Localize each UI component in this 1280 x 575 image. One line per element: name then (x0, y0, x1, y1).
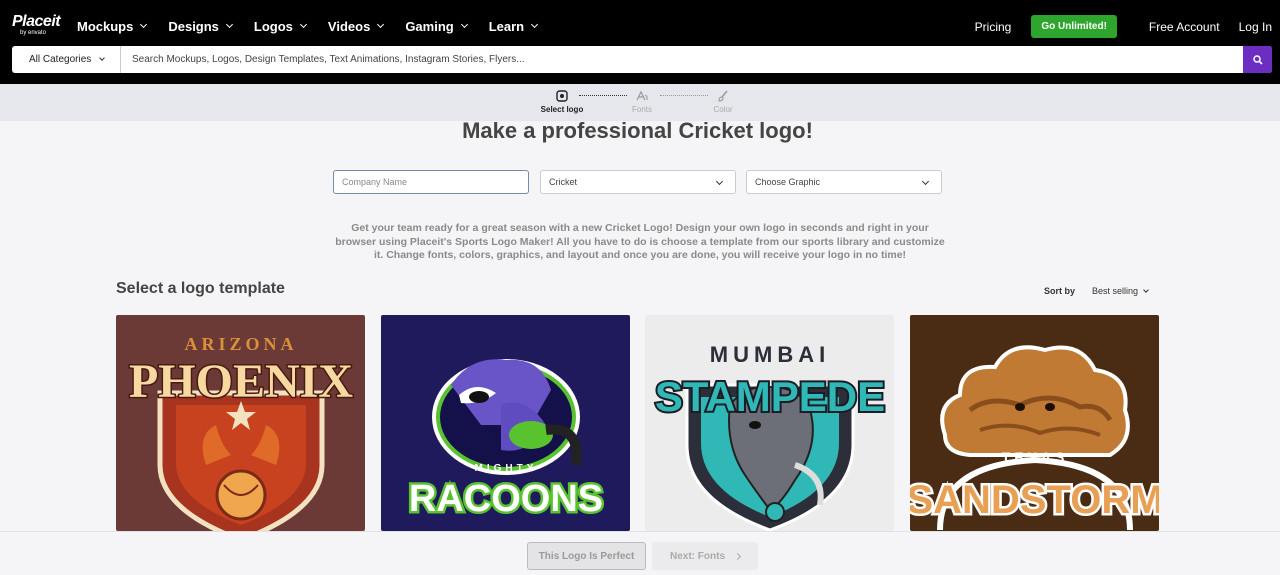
page-description: Get your team ready for a great season w… (335, 222, 945, 261)
brand-sub: by envato (20, 30, 47, 36)
chevron-down-icon (99, 55, 106, 61)
search-button[interactable] (1243, 46, 1272, 73)
logo-select-icon (556, 90, 568, 102)
free-account-link[interactable]: Free Account (1149, 20, 1220, 34)
logo-template-card[interactable]: MUMBAI STAMPEDE (645, 315, 894, 531)
nav-learn[interactable]: Learn (488, 18, 539, 34)
step-label: Color (713, 105, 733, 114)
graphic-select[interactable]: Choose Graphic (746, 170, 942, 194)
template-top-text: MIGHTY (475, 463, 538, 474)
step-color[interactable]: Color (710, 89, 736, 114)
template-name-text: RACOONS (409, 478, 603, 520)
chevron-down-icon (460, 20, 468, 29)
step-label: Fonts (631, 105, 652, 114)
category-select[interactable]: All Categories (12, 46, 121, 73)
nav-label: Gaming (405, 18, 454, 34)
chevron-down-icon (299, 20, 307, 29)
sport-select-value: Cricket (549, 177, 578, 187)
login-link[interactable]: Log In (1239, 20, 1272, 34)
sandstorm-logo-image: TEXAS SANDSTORM (910, 315, 1159, 531)
search-bar: All Categories (12, 46, 1272, 73)
chevron-down-icon (377, 20, 385, 29)
template-top-text: MUMBAI (710, 342, 830, 367)
template-name-text: PHOENIX (129, 355, 353, 408)
brush-icon (718, 90, 728, 102)
go-unlimited-button[interactable]: Go Unlimited! (1031, 15, 1117, 38)
nav-label: Learn (488, 18, 525, 34)
sort-value: Best selling (1092, 286, 1139, 296)
nav-label: Videos (327, 18, 371, 34)
editor-steps: Select logo Fonts Color (0, 84, 1280, 121)
step-select-logo[interactable]: Select logo (538, 89, 586, 114)
nav-label: Logos (253, 18, 293, 34)
main-menu: Mockups Designs Logos Videos Gaming Lear… (77, 18, 559, 34)
chevron-down-icon (1143, 286, 1149, 293)
category-label: All Categories (29, 54, 92, 65)
nav-designs[interactable]: Designs (168, 18, 233, 34)
brand-name: Placeit (12, 13, 61, 30)
top-navigation: Placeit by envato Mockups Designs Logos … (0, 0, 1280, 84)
nav-label: Designs (168, 18, 219, 34)
chevron-down-icon (140, 20, 148, 29)
step-label: Select logo (540, 105, 584, 114)
template-name-text: SANDSTORM (910, 478, 1159, 522)
step-fonts[interactable]: Fonts (626, 89, 658, 114)
logo-is-perfect-button[interactable]: This Logo Is Perfect (527, 542, 646, 570)
template-top-text: ARIZONA (184, 334, 297, 354)
template-top-text: TEXAS (1002, 449, 1069, 465)
logo-template-card[interactable]: MIGHTY RACOONS (381, 315, 630, 531)
font-icon (636, 90, 648, 101)
search-input[interactable] (121, 46, 1243, 73)
page-title: Make a professional Cricket logo! (462, 118, 813, 143)
chevron-down-icon (921, 177, 930, 186)
chevron-down-icon (225, 20, 233, 29)
chevron-down-icon (715, 177, 724, 186)
stampede-logo-image: MUMBAI STAMPEDE (645, 315, 894, 531)
step-connector (660, 95, 708, 96)
template-name-text: STAMPEDE (655, 373, 885, 420)
nav-label: Mockups (77, 18, 134, 34)
nav-videos[interactable]: Videos (327, 18, 385, 34)
bottom-action-bar: This Logo Is Perfect Next: Fonts (0, 531, 1280, 575)
section-title: Select a logo template (116, 280, 285, 297)
account-links: Pricing Go Unlimited! Free Account Log I… (975, 15, 1272, 38)
sort-control[interactable]: Sort by Best selling (1044, 286, 1149, 296)
logo-template-card[interactable]: ARIZONA PHOENIX (116, 315, 365, 531)
nav-logos[interactable]: Logos (253, 18, 307, 34)
nav-gaming[interactable]: Gaming (405, 18, 468, 34)
next-fonts-button[interactable]: Next: Fonts (652, 542, 758, 570)
pricing-link[interactable]: Pricing (975, 20, 1012, 34)
chevron-right-icon (733, 552, 742, 560)
phoenix-logo-image: ARIZONA PHOENIX (116, 315, 365, 531)
company-name-field[interactable] (333, 170, 529, 194)
next-fonts-label: Next: Fonts (670, 550, 725, 562)
nav-mockups[interactable]: Mockups (77, 18, 148, 34)
sort-label: Sort by (1044, 286, 1076, 296)
sport-select[interactable]: Cricket (540, 170, 736, 194)
search-icon (1252, 54, 1263, 65)
placeit-logo[interactable]: Placeit by envato (12, 13, 61, 37)
step-connector (579, 95, 627, 96)
racoons-logo-image: MIGHTY RACOONS (381, 315, 630, 531)
logo-template-card[interactable]: TEXAS SANDSTORM (910, 315, 1159, 531)
chevron-down-icon (531, 20, 539, 29)
graphic-select-value: Choose Graphic (755, 177, 821, 187)
company-name-input[interactable] (342, 177, 528, 187)
